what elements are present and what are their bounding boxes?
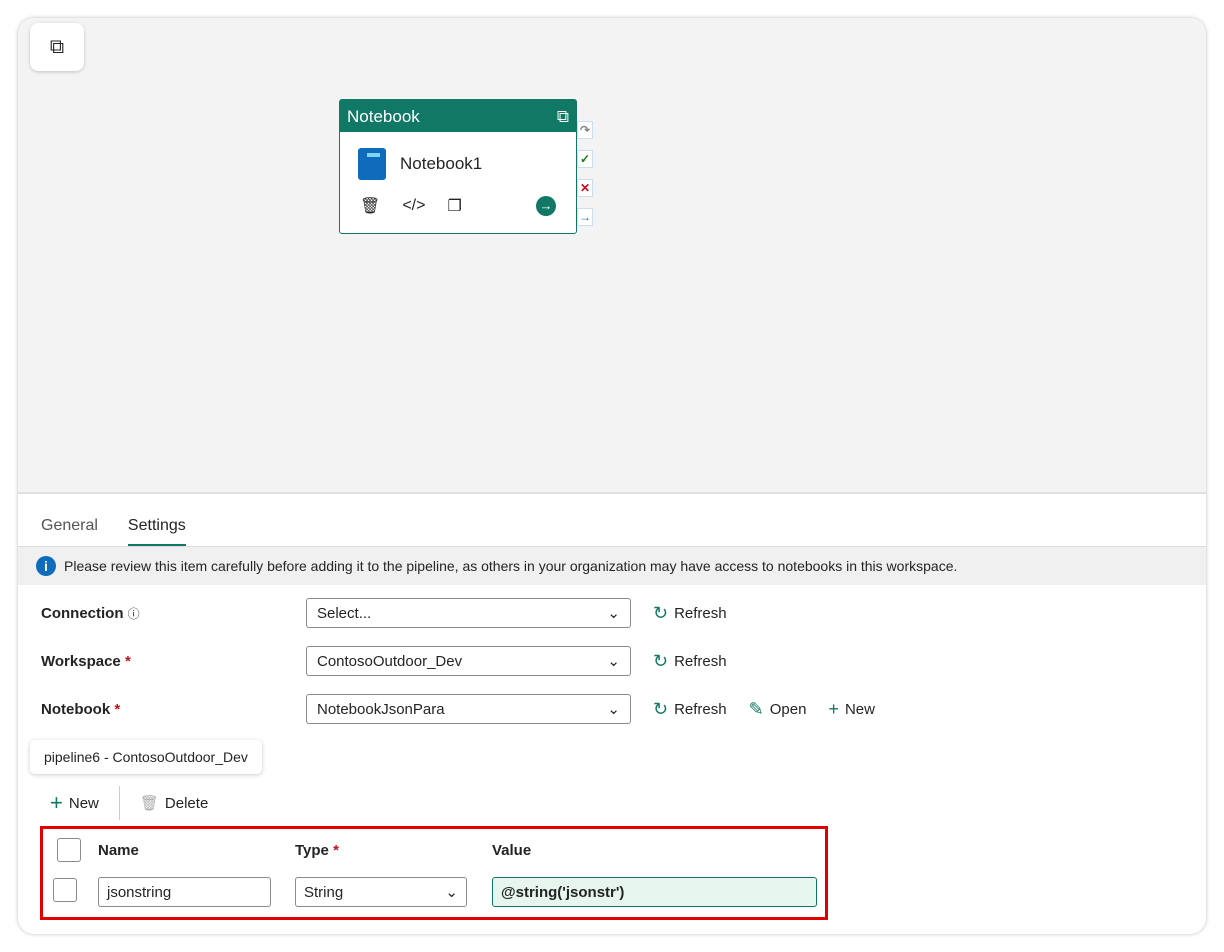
tooltip: pipeline6 - ContosoOutdoor_Dev xyxy=(30,740,262,774)
open-external-icon[interactable]: ⧉ xyxy=(557,107,569,126)
pipeline-canvas[interactable]: ⧉ Notebook ⧉ Notebook1 🗑 </> ❐ → ↷ ✓ ✕ → xyxy=(18,18,1206,494)
info-icon: ⓘ xyxy=(127,606,140,621)
completion-port-icon[interactable]: → xyxy=(577,208,593,226)
workspace-select[interactable]: ContosoOutdoor_Dev ⌄ xyxy=(306,646,631,676)
plus-icon: + xyxy=(828,698,839,719)
plus-icon: + xyxy=(50,790,63,815)
chevron-down-icon: ⌄ xyxy=(607,701,620,718)
activity-name: Notebook1 xyxy=(400,154,483,173)
connection-select[interactable]: Select... ⌄ xyxy=(306,598,631,628)
new-notebook-button[interactable]: + New xyxy=(828,699,875,720)
value-header: Value xyxy=(492,842,532,859)
connection-label: Connection ⓘ xyxy=(41,604,140,622)
notebook-label: Notebook * xyxy=(41,700,121,718)
refresh-icon: ↻ xyxy=(653,650,669,671)
run-arrow-icon[interactable]: → xyxy=(536,196,556,216)
select-all-checkbox[interactable] xyxy=(57,838,81,862)
tab-general[interactable]: General xyxy=(41,514,98,546)
row-checkbox[interactable] xyxy=(53,878,77,902)
banner-text: Please review this item carefully before… xyxy=(64,558,958,574)
open-button[interactable]: ✎ Open xyxy=(749,699,807,720)
copy-icon[interactable]: ❐ xyxy=(447,196,461,216)
notebook-select[interactable]: NotebookJsonPara ⌄ xyxy=(306,694,631,724)
info-banner: i Please review this item carefully befor… xyxy=(18,546,1206,585)
refresh-icon: ↻ xyxy=(653,602,669,623)
param-type-select[interactable]: String ⌄ xyxy=(295,877,467,907)
copilot-icon[interactable]: ⧉ xyxy=(30,23,84,71)
info-icon: i xyxy=(36,556,56,576)
skip-port-icon[interactable]: ↷ xyxy=(577,121,593,139)
pipeline-editor: ⧉ Notebook ⧉ Notebook1 🗑 </> ❐ → ↷ ✓ ✕ → Gen… xyxy=(18,18,1206,934)
tab-settings[interactable]: Settings xyxy=(127,514,186,546)
pencil-icon: ✎ xyxy=(748,698,764,719)
name-header: Name xyxy=(98,842,139,859)
param-value-input[interactable]: @string('jsonstr') xyxy=(492,877,817,907)
chevron-down-icon: ⌄ xyxy=(607,653,620,670)
delete-parameter-button[interactable]: 🗑 Delete xyxy=(139,794,208,813)
code-icon[interactable]: </> xyxy=(402,197,425,215)
chevron-down-icon: ⌄ xyxy=(445,884,458,901)
activity-type: Notebook xyxy=(347,107,420,126)
fail-port-icon[interactable]: ✕ xyxy=(577,179,593,197)
delete-icon[interactable]: 🗑 xyxy=(360,196,380,216)
refresh-button[interactable]: ↻ Refresh xyxy=(653,699,727,720)
refresh-button[interactable]: ↻ Refresh xyxy=(653,651,727,672)
success-port-icon[interactable]: ✓ xyxy=(577,150,593,168)
refresh-button[interactable]: ↻ Refresh xyxy=(653,603,727,624)
notebook-activity[interactable]: Notebook ⧉ Notebook1 🗑 </> ❐ → xyxy=(339,99,577,234)
param-name-input[interactable]: jsonstring xyxy=(98,877,271,907)
notebook-icon xyxy=(358,148,386,180)
workspace-label: Workspace * xyxy=(41,652,131,670)
refresh-icon: ↻ xyxy=(653,698,669,719)
new-parameter-button[interactable]: + New xyxy=(50,790,99,816)
trash-icon: 🗑 xyxy=(139,795,159,812)
type-header: Type * xyxy=(295,842,339,859)
chevron-down-icon: ⌄ xyxy=(607,605,620,622)
